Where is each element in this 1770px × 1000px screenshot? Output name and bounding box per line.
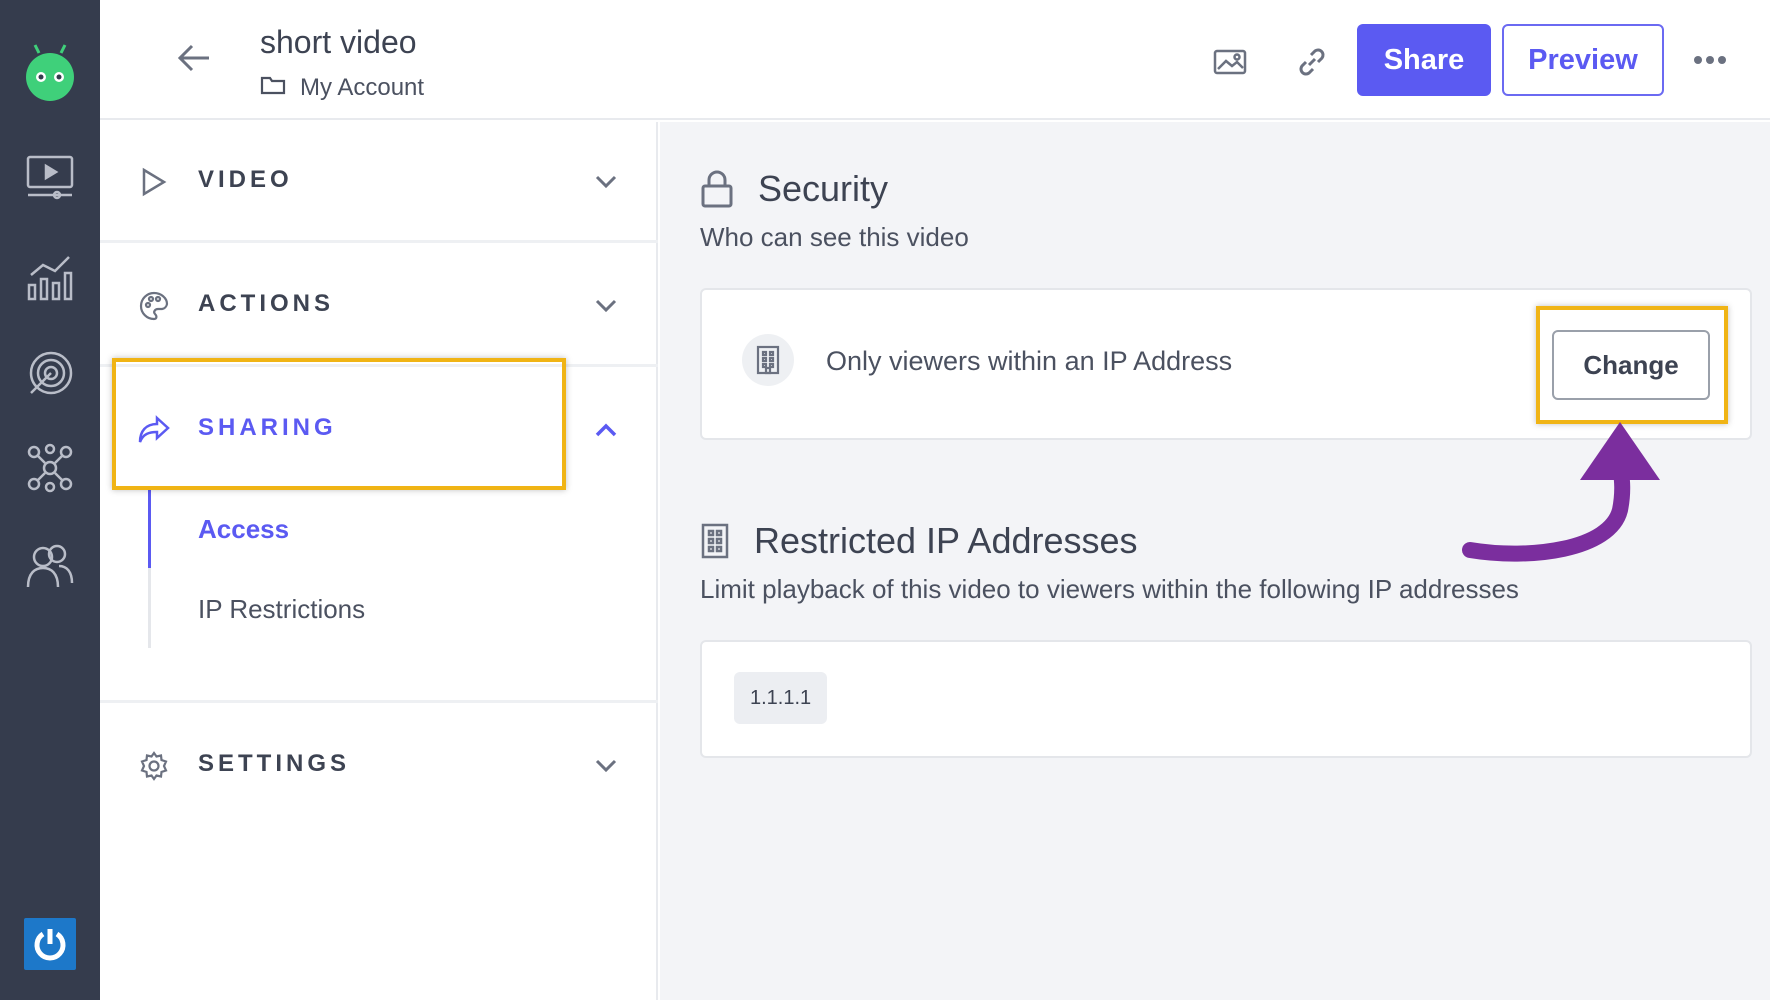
power-icon[interactable]: [24, 918, 76, 970]
play-icon: [134, 162, 174, 202]
security-title: Security: [758, 168, 889, 209]
thumbnail-image-icon[interactable]: [1208, 40, 1252, 84]
video-library-icon[interactable]: [22, 150, 78, 206]
restricted-title: Restricted IP Addresses: [754, 520, 1138, 561]
team-icon[interactable]: [22, 538, 78, 594]
chevron-up-icon: [590, 414, 622, 446]
preview-button[interactable]: Preview: [1502, 24, 1664, 96]
restricted-subtitle: Limit playback of this video to viewers …: [700, 574, 1519, 604]
settings-sidebar: VIDEO ACTIONS SHARING Access IP Restrict…: [100, 122, 658, 1000]
share-button[interactable]: Share: [1357, 24, 1491, 96]
building-icon: [742, 334, 794, 386]
engagement-icon[interactable]: [22, 346, 78, 402]
top-header: short video My Account Share Preview: [100, 0, 1770, 120]
section-label: SETTINGS: [198, 750, 351, 777]
chevron-down-icon: [590, 290, 622, 322]
sidebar-section-actions[interactable]: ACTIONS: [100, 246, 658, 366]
lock-icon: [700, 170, 734, 208]
highlight-change: [1536, 306, 1728, 424]
building-icon: [700, 523, 730, 559]
folder-icon: [260, 74, 286, 102]
divider: [100, 700, 658, 703]
security-setting-text: Only viewers within an IP Address: [826, 346, 1233, 376]
chevron-down-icon: [590, 166, 622, 198]
link-icon[interactable]: [1290, 40, 1334, 84]
integrations-icon[interactable]: [22, 440, 78, 496]
ip-tag[interactable]: 1.1.1.1: [734, 672, 828, 724]
section-label: ACTIONS: [198, 290, 334, 317]
more-options-icon[interactable]: [1688, 40, 1732, 80]
video-title[interactable]: short video: [260, 24, 417, 61]
sidebar-section-settings[interactable]: SETTINGS: [100, 706, 658, 826]
subnav-item-access[interactable]: Access: [198, 514, 289, 545]
gear-icon: [134, 746, 174, 786]
ip-list-card: 1.1.1.1: [700, 640, 1752, 758]
subnav-item-ip-restrictions[interactable]: IP Restrictions: [198, 594, 365, 625]
app-rail: [0, 0, 100, 1000]
folder-breadcrumb[interactable]: My Account: [260, 74, 424, 102]
chevron-down-icon: [590, 750, 622, 782]
subnav-rail: [148, 488, 151, 648]
folder-name: My Account: [300, 74, 425, 101]
security-heading: Security: [700, 168, 888, 210]
highlight-sharing: [112, 358, 566, 490]
divider: [100, 240, 658, 243]
restricted-heading: Restricted IP Addresses: [700, 520, 1138, 562]
sidebar-section-video[interactable]: VIDEO: [100, 122, 658, 242]
palette-icon: [134, 286, 174, 326]
analytics-icon[interactable]: [22, 250, 78, 306]
security-subtitle: Who can see this video: [700, 222, 969, 252]
annotation-arrow: [1462, 422, 1660, 562]
back-arrow-icon[interactable]: [172, 36, 216, 80]
section-label: VIDEO: [198, 166, 293, 193]
logo-icon[interactable]: [22, 44, 78, 101]
